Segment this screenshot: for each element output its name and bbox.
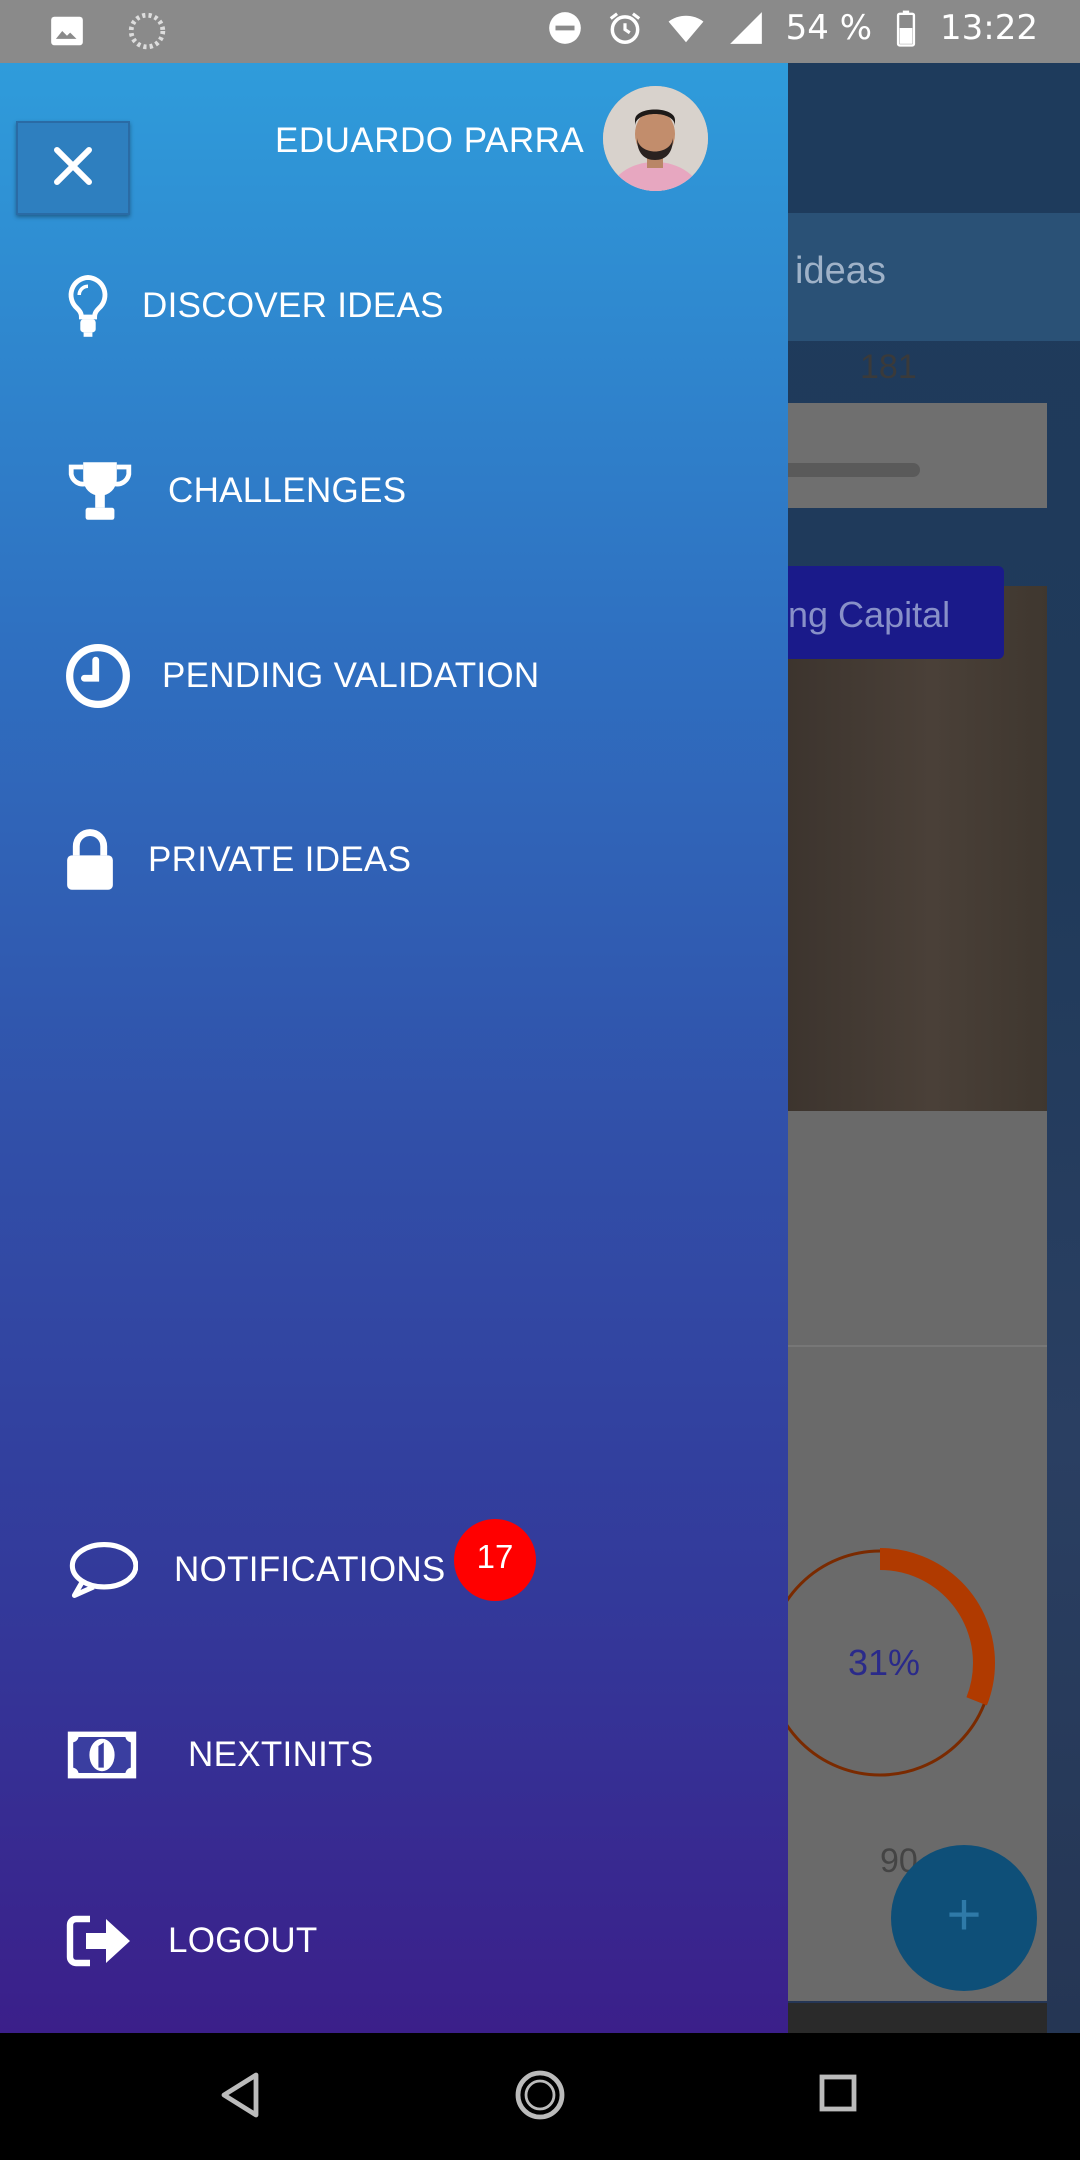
banknote-icon — [66, 1719, 138, 1791]
menu-item-private-ideas[interactable]: PRIVATE IDEAS — [0, 805, 788, 915]
do-not-disturb-icon — [546, 9, 584, 47]
lock-icon — [54, 824, 126, 896]
system-navigation-bar — [0, 2033, 1080, 2160]
menu-item-label: CHALLENGES — [168, 471, 407, 510]
add-idea-fab[interactable]: + — [891, 1845, 1037, 1991]
menu-item-challenges[interactable]: CHALLENGES — [0, 436, 788, 546]
logout-icon — [64, 1905, 136, 1977]
status-bar: 54 % 13:22 — [0, 0, 1080, 63]
menu-item-nextinits[interactable]: NEXTINITS — [0, 1700, 788, 1810]
clock-time: 13:22 — [940, 8, 1038, 48]
menu-item-label: PRIVATE IDEAS — [148, 840, 412, 879]
loading-notification-icon — [128, 12, 166, 50]
background-progress-bar — [780, 463, 920, 477]
navigation-drawer: EDUARDO PARRA DISCOVER IDEAS CHALLENGES … — [0, 63, 788, 2033]
wifi-icon — [666, 9, 704, 47]
battery-icon — [894, 9, 918, 47]
notifications-count-badge: 17 — [454, 1519, 536, 1601]
background-card — [760, 403, 1047, 508]
background-category-chip: ing Capital — [760, 566, 1004, 659]
background-strip — [760, 2003, 1047, 2033]
user-name[interactable]: EDUARDO PARRA — [275, 121, 584, 161]
lightbulb-icon — [52, 270, 124, 342]
background-divider — [760, 1345, 1047, 1347]
avatar[interactable] — [603, 86, 708, 191]
background-idea-photo — [760, 586, 1047, 1111]
background-progress-label: 31% — [848, 1642, 921, 1683]
menu-item-label: LOGOUT — [168, 1921, 318, 1960]
speech-bubble-icon — [66, 1534, 138, 1606]
menu-item-notifications[interactable]: NOTIFICATIONS — [0, 1515, 788, 1625]
close-icon — [51, 144, 95, 193]
recents-icon[interactable] — [818, 2073, 858, 2118]
menu-item-label: PENDING VALIDATION — [162, 656, 540, 695]
back-icon[interactable] — [218, 2071, 262, 2124]
background-card-count: 181 — [860, 348, 917, 386]
home-icon[interactable] — [514, 2069, 566, 2126]
menu-item-label: DISCOVER IDEAS — [142, 286, 444, 325]
signal-icon — [726, 9, 764, 47]
menu-item-discover-ideas[interactable]: DISCOVER IDEAS — [0, 251, 788, 361]
alarm-icon — [606, 9, 644, 47]
trophy-icon — [64, 455, 136, 527]
battery-percentage: 54 % — [785, 8, 873, 48]
image-notification-icon — [48, 12, 86, 50]
background-header-text: ideas — [795, 250, 886, 292]
menu-item-logout[interactable]: LOGOUT — [0, 1886, 788, 1996]
menu-item-pending-validation[interactable]: PENDING VALIDATION — [0, 621, 788, 731]
menu-item-label: NOTIFICATIONS — [174, 1550, 446, 1589]
close-drawer-button[interactable] — [16, 121, 130, 215]
clock-icon — [62, 640, 134, 712]
menu-item-label: NEXTINITS — [188, 1735, 374, 1774]
